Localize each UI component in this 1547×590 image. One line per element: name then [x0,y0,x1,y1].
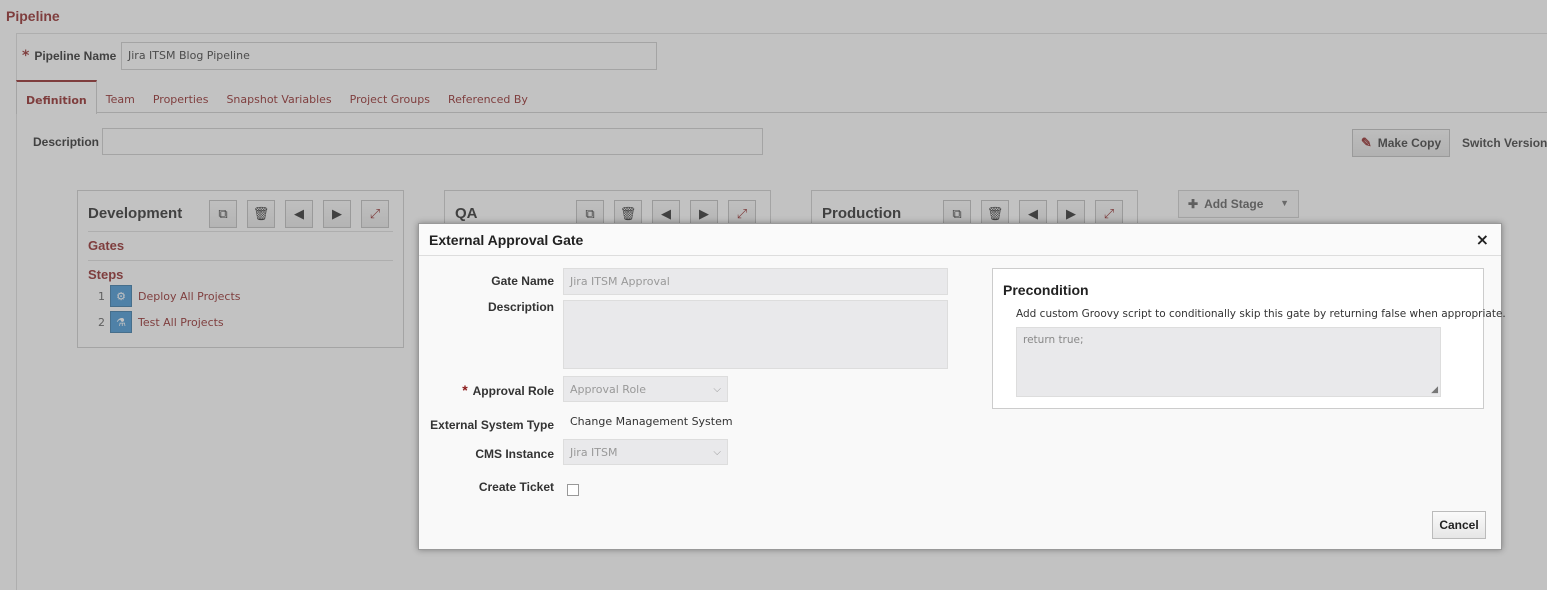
approval-role-select[interactable]: Approval Role ⌵ [563,376,728,402]
required-marker: * [462,382,468,398]
cms-instance-label: CMS Instance [475,447,554,461]
create-ticket-checkbox[interactable] [567,484,579,496]
external-system-type-label: External System Type [430,418,554,432]
approval-role-label: * Approval Role [462,382,554,398]
gate-description-field[interactable] [563,300,948,369]
gate-description-label: Description [487,300,554,314]
precondition-panel: Precondition Add custom Groovy script to… [992,268,1506,409]
precondition-title: Precondition [1003,282,1089,298]
external-approval-gate-dialog: External Approval Gate × Gate Name Jira … [418,223,1506,550]
approval-role-value: Approval Role [570,382,647,396]
cms-instance-value: Jira ITSM [570,445,618,459]
close-icon[interactable]: × [1476,230,1489,249]
precondition-help: Add custom Groovy script to conditionall… [1016,308,1506,320]
precondition-script-input[interactable]: return true; ◢ [1016,327,1441,397]
cancel-button[interactable]: Cancel [1432,511,1486,539]
dialog-title: External Approval Gate [429,232,584,248]
create-ticket-label: Create Ticket [478,480,554,494]
chevron-down-icon: ⌵ [713,383,721,395]
resize-grip-icon[interactable]: ◢ [1431,385,1438,395]
precondition-script-text: return true; [1023,334,1084,346]
gate-name-field[interactable]: Jira ITSM Approval [563,268,948,295]
approval-role-label-text: Approval Role [472,384,554,398]
chevron-down-icon: ⌵ [713,446,721,458]
external-system-type-value: Change Management System [570,415,733,428]
cms-instance-select[interactable]: Jira ITSM ⌵ [563,439,728,465]
dialog-header: External Approval Gate × [419,224,1501,256]
gate-name-label: Gate Name [491,274,554,288]
